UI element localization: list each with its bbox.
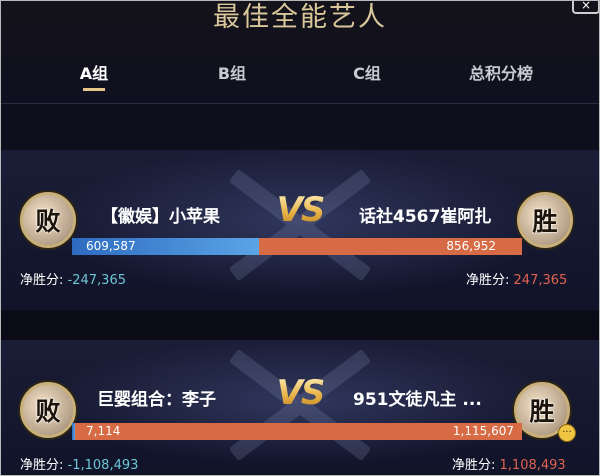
loss-badge: 败 bbox=[35, 397, 61, 426]
avatar[interactable]: 败 bbox=[20, 192, 76, 248]
active-tab-indicator bbox=[83, 88, 105, 91]
vs-label: VS bbox=[264, 373, 336, 413]
match-card[interactable]: 败 巨婴组合：李子 VS 951文徒凡主 ... 胜 ··· 7,114 1,1… bbox=[0, 340, 600, 476]
left-score: 609,587 bbox=[86, 239, 136, 253]
tab-group-c[interactable]: C组 bbox=[312, 60, 422, 84]
close-button[interactable]: × bbox=[572, 0, 600, 14]
win-badge: 胜 bbox=[532, 207, 558, 236]
tab-group-a[interactable]: A组 bbox=[39, 60, 149, 84]
match-card[interactable]: 败 【徽娱】小苹果 VS 话社4567崔阿扎 胜 609,587 856,952… bbox=[0, 150, 600, 310]
right-player-name[interactable]: 951文徒凡主 ... bbox=[353, 385, 482, 410]
right-net-score: 净胜分: 247,365 bbox=[466, 269, 567, 288]
left-player-name[interactable]: 【徽娱】小苹果 bbox=[101, 202, 220, 227]
avatar[interactable]: 胜 bbox=[517, 192, 573, 248]
header: 最佳全能艺人 × A组 B组 C组 总积分榜 bbox=[0, 0, 600, 104]
net-score-value: 247,365 bbox=[513, 273, 568, 288]
left-score-fill bbox=[72, 423, 75, 440]
divider bbox=[0, 310, 600, 340]
page-title: 最佳全能艺人 bbox=[213, 2, 387, 33]
left-score: 7,114 bbox=[86, 424, 121, 438]
left-net-score: 净胜分: -247,365 bbox=[20, 269, 126, 288]
vs-label: VS bbox=[264, 190, 336, 230]
score-bar: 7,114 1,115,607 bbox=[72, 423, 522, 440]
net-score-label: 净胜分: bbox=[20, 273, 64, 288]
right-score: 856,952 bbox=[446, 239, 496, 253]
net-score-label: 净胜分: bbox=[466, 273, 510, 288]
close-icon: × bbox=[580, 0, 592, 12]
score-bar: 609,587 856,952 bbox=[72, 238, 522, 255]
net-score-label: 净胜分: bbox=[20, 458, 64, 473]
right-net-score: 净胜分: 1,108,493 bbox=[452, 454, 566, 473]
right-player-name[interactable]: 话社4567崔阿扎 bbox=[359, 202, 491, 227]
tab-total-ranking[interactable]: 总积分榜 bbox=[446, 60, 556, 84]
left-player-name[interactable]: 巨婴组合：李子 bbox=[97, 385, 216, 410]
avatar[interactable]: 败 bbox=[20, 382, 76, 438]
tab-group-b[interactable]: B组 bbox=[177, 60, 287, 84]
loss-badge: 败 bbox=[35, 207, 61, 236]
right-score: 1,115,607 bbox=[452, 424, 514, 438]
left-net-score: 净胜分: -1,108,493 bbox=[20, 454, 138, 473]
net-score-value: -1,108,493 bbox=[67, 458, 139, 473]
net-score-value: 1,108,493 bbox=[499, 458, 566, 473]
net-score-label: 净胜分: bbox=[452, 458, 496, 473]
net-score-value: -247,365 bbox=[67, 273, 126, 288]
more-icon[interactable]: ··· bbox=[558, 424, 576, 442]
